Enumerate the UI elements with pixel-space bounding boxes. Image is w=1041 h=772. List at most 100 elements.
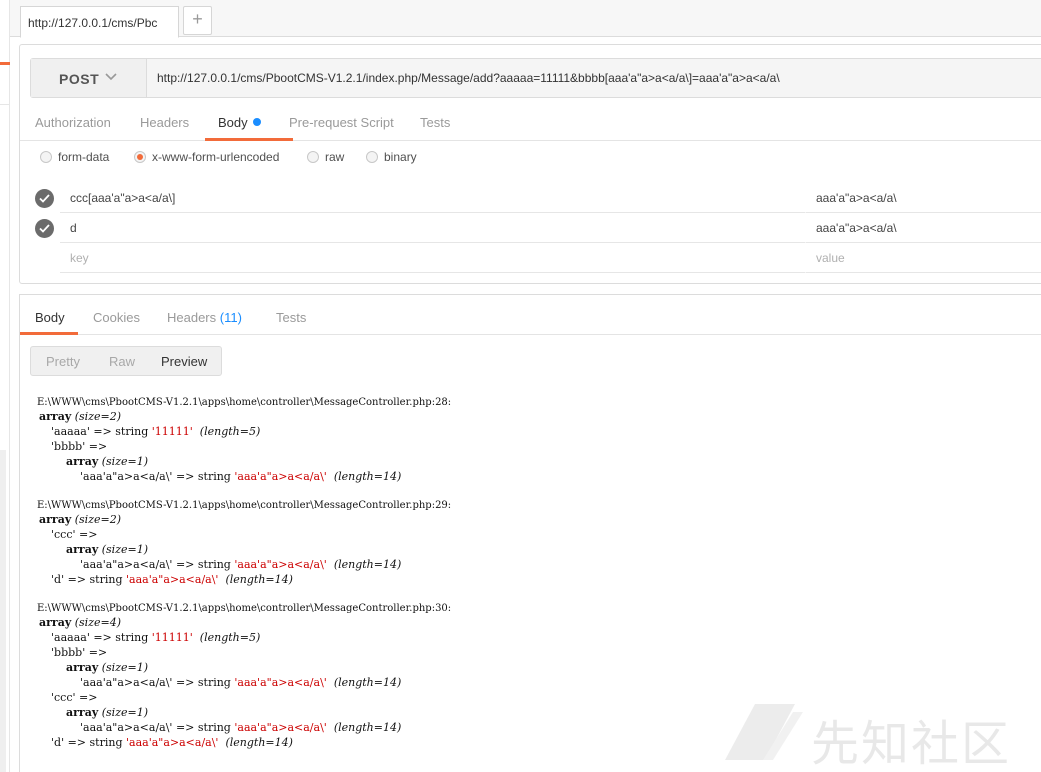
- response-tab-body[interactable]: Body: [35, 310, 65, 325]
- tab-authorization[interactable]: Authorization: [35, 115, 111, 130]
- view-pretty-button[interactable]: Pretty: [46, 354, 80, 369]
- response-active-tab-underline: [20, 332, 78, 335]
- new-key-field[interactable]: key: [60, 243, 805, 273]
- dump-size: (size=2): [74, 410, 122, 423]
- left-rail-separator: [0, 104, 10, 105]
- param-key[interactable]: ccc[aaa'a"a>a<a/a\]: [60, 183, 805, 213]
- radio-label: binary: [384, 150, 417, 164]
- dump-length: (length=5): [199, 425, 261, 438]
- dump-size: (size=1): [101, 543, 149, 556]
- dump-length: (length=14): [333, 470, 402, 483]
- dump-length: (length=14): [225, 573, 293, 586]
- method-dropdown[interactable]: POST: [31, 59, 147, 97]
- dump-line: array (size=1): [37, 454, 451, 469]
- dump-key: 'aaa'a"a>a<a/a\': [80, 721, 173, 734]
- chevron-down-icon: [105, 73, 117, 81]
- radio-binary[interactable]: binary: [366, 150, 417, 164]
- url-bar: POST: [30, 58, 1041, 98]
- tab-body[interactable]: Body: [218, 115, 261, 130]
- dump-key: 'aaaaa': [51, 631, 90, 644]
- radio-x-www-form-urlencoded[interactable]: x-www-form-urlencoded: [134, 150, 279, 164]
- response-tabs: Body Cookies Headers (11) Tests: [20, 296, 1041, 335]
- body-active-dot-icon: [252, 118, 261, 126]
- param-row-new: key value: [20, 243, 1041, 273]
- response-tab-headers[interactable]: Headers (11): [167, 310, 242, 325]
- response-preview: E:\WWW\cms\PbootCMS-V1.2.1\apps\home\con…: [37, 394, 451, 750]
- active-tab-underline: [205, 138, 293, 141]
- dump-array-keyword: array: [66, 706, 99, 719]
- dump-key: 'bbbb': [51, 646, 86, 659]
- dump-line: 'aaa'a"a>a<a/a\' => string 'aaa'a"a>a<a/…: [80, 558, 402, 571]
- dump-string-value: 'aaa'a"a>a<a/a\': [126, 736, 219, 749]
- tab-tests[interactable]: Tests: [420, 115, 450, 130]
- dump-key: 'ccc': [51, 528, 76, 541]
- tab-headers[interactable]: Headers: [140, 115, 189, 130]
- dump-key: 'd': [51, 573, 65, 586]
- dump-line: array (size=2): [37, 409, 451, 424]
- param-row: ccc[aaa'a"a>a<a/a\] aaa'a"a>a<a/a\: [20, 183, 1041, 213]
- dump-array-keyword: array: [39, 410, 72, 423]
- param-value[interactable]: aaa'a"a>a<a/a\: [805, 183, 1041, 213]
- param-enabled-check-icon[interactable]: [35, 219, 54, 238]
- dump-string-value: 'aaa'a"a>a<a/a\': [234, 676, 327, 689]
- dump-size: (size=4): [74, 616, 122, 629]
- dump-line: 'aaaaa' => string '11111' (length=5): [51, 631, 261, 644]
- dump-line: 'ccc' =>: [51, 528, 98, 541]
- url-input[interactable]: [147, 59, 1041, 97]
- radio-label: x-www-form-urlencoded: [152, 150, 280, 164]
- radio-circle-icon: [40, 151, 52, 163]
- dump-key: 'aaaaa': [51, 425, 90, 438]
- dump-line: array (size=2): [37, 512, 451, 527]
- new-value-field[interactable]: value: [805, 243, 1041, 273]
- response-tab-tests[interactable]: Tests: [276, 310, 306, 325]
- dump-length: (length=14): [333, 558, 402, 571]
- watermark-text: 先知社区: [811, 716, 1012, 772]
- dump-line: E:\WWW\cms\PbootCMS-V1.2.1\apps\home\con…: [37, 497, 451, 512]
- dump-array-keyword: array: [66, 661, 99, 674]
- watermark: 先知社区: [715, 700, 1025, 772]
- dump-string-value: 'aaa'a"a>a<a/a\': [126, 573, 219, 586]
- dump-line: array (size=4): [37, 615, 451, 630]
- dump-block: E:\WWW\cms\PbootCMS-V1.2.1\apps\home\con…: [37, 394, 451, 484]
- dump-line: array (size=1): [37, 660, 451, 675]
- dump-key: 'aaa'a"a>a<a/a\': [80, 676, 173, 689]
- param-enabled-check-icon[interactable]: [35, 189, 54, 208]
- dump-key: 'aaa'a"a>a<a/a\': [80, 470, 173, 483]
- dump-line: 'aaa'a"a>a<a/a\' => string 'aaa'a"a>a<a/…: [80, 676, 402, 689]
- param-row: d aaa'a"a>a<a/a\: [20, 213, 1041, 243]
- add-tab-button[interactable]: +: [183, 6, 212, 35]
- radio-label: raw: [325, 150, 345, 164]
- dump-line: 'aaa'a"a>a<a/a\' => string 'aaa'a"a>a<a/…: [80, 470, 402, 483]
- dump-path: E:\WWW\cms\PbootCMS-V1.2.1\apps\home\con…: [37, 603, 452, 614]
- view-preview-button[interactable]: Preview: [161, 354, 207, 369]
- response-tab-cookies[interactable]: Cookies: [93, 310, 140, 325]
- dump-string-value: '11111': [151, 631, 193, 644]
- dump-line: 'ccc' =>: [51, 691, 98, 704]
- dump-line: 'bbbb' =>: [51, 646, 108, 659]
- dump-block: E:\WWW\cms\PbootCMS-V1.2.1\apps\home\con…: [37, 600, 451, 750]
- param-value[interactable]: aaa'a"a>a<a/a\: [805, 213, 1041, 243]
- tab-pre-request-script[interactable]: Pre-request Script: [289, 115, 394, 130]
- request-tab[interactable]: http://127.0.0.1/cms/Pbc: [20, 6, 179, 38]
- dump-string-value: '11111': [151, 425, 193, 438]
- radio-label: form-data: [58, 150, 110, 164]
- dump-block: E:\WWW\cms\PbootCMS-V1.2.1\apps\home\con…: [37, 497, 451, 587]
- radio-form-data[interactable]: form-data: [40, 150, 109, 164]
- dump-line: E:\WWW\cms\PbootCMS-V1.2.1\apps\home\con…: [37, 394, 451, 409]
- dump-line: array (size=1): [37, 705, 451, 720]
- dump-line: E:\WWW\cms\PbootCMS-V1.2.1\apps\home\con…: [37, 600, 451, 615]
- dump-string-value: 'aaa'a"a>a<a/a\': [234, 721, 327, 734]
- radio-raw[interactable]: raw: [307, 150, 344, 164]
- dump-size: (size=1): [101, 455, 149, 468]
- param-key[interactable]: d: [60, 213, 805, 243]
- dump-line: 'd' => string 'aaa'a"a>a<a/a\' (length=1…: [51, 736, 293, 749]
- left-rail: [0, 0, 10, 772]
- left-rail-scroll-track: [0, 450, 6, 772]
- dump-length: (length=14): [333, 721, 402, 734]
- dump-size: (size=1): [101, 661, 149, 674]
- view-raw-button[interactable]: Raw: [109, 354, 135, 369]
- view-mode-group: Pretty Raw Preview: [30, 346, 222, 376]
- dump-array-keyword: array: [39, 616, 72, 629]
- radio-selected-icon: [134, 151, 146, 163]
- dump-line: 'bbbb' =>: [51, 440, 108, 453]
